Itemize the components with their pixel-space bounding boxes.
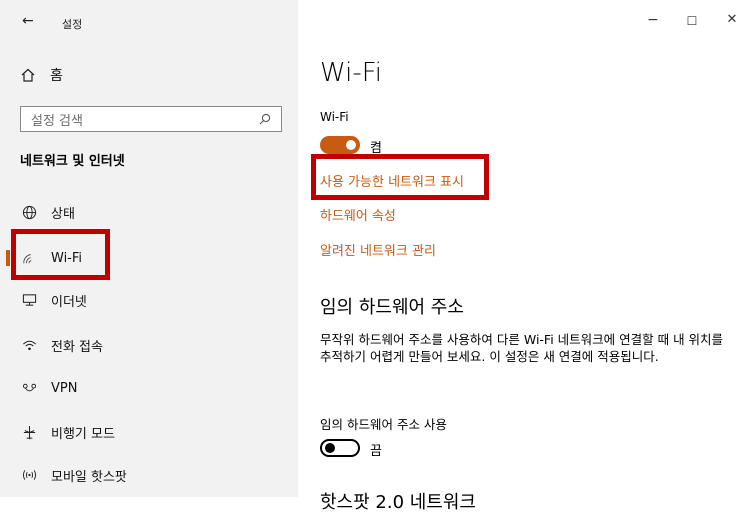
random-hw-toggle-state: 끔 bbox=[370, 444, 382, 459]
sidebar-item-label: VPN bbox=[51, 380, 78, 396]
sidebar-item-label: 전화 접속 bbox=[51, 339, 103, 355]
active-indicator bbox=[6, 250, 10, 266]
manage-known-networks-link[interactable]: 알려진 네트워크 관리 bbox=[320, 240, 436, 259]
sidebar-item-wifi[interactable]: Wi-Fi bbox=[0, 238, 298, 278]
maximize-button[interactable]: ☐ bbox=[682, 14, 702, 28]
page-title: Wi-Fi bbox=[320, 58, 383, 88]
show-available-networks-link[interactable]: 사용 가능한 네트워크 표시 bbox=[320, 171, 464, 190]
wifi-toggle-state: 켬 bbox=[370, 141, 382, 156]
sidebar-item-label: Wi-Fi bbox=[51, 250, 83, 266]
close-button[interactable]: ✕ bbox=[722, 12, 742, 27]
dialup-icon bbox=[21, 337, 37, 353]
home-label: 홈 bbox=[50, 68, 63, 84]
random-hw-toggle[interactable] bbox=[320, 439, 360, 457]
sidebar-item-ethernet[interactable]: 이더넷 bbox=[0, 280, 298, 320]
toggle-knob bbox=[346, 140, 356, 150]
home-nav-item[interactable]: 홈 bbox=[20, 65, 63, 85]
minimize-button[interactable]: − bbox=[643, 12, 663, 28]
back-button[interactable]: ← bbox=[22, 13, 34, 29]
hardware-properties-link[interactable]: 하드웨어 속성 bbox=[320, 205, 396, 224]
globe-icon bbox=[21, 204, 37, 220]
sidebar-item-label: 모바일 핫스팟 bbox=[51, 469, 127, 485]
sidebar-item-dialup[interactable]: 전화 접속 bbox=[0, 325, 298, 365]
wifi-toggle-label: Wi-Fi bbox=[320, 110, 349, 124]
sidebar-item-hotspot[interactable]: 모바일 핫스팟 bbox=[0, 455, 298, 495]
wifi-toggle[interactable] bbox=[320, 136, 360, 154]
hotspot2-heading: 핫스팟 2.0 네트워크 bbox=[320, 492, 476, 513]
window-title: 설정 bbox=[62, 18, 83, 31]
section-title: 네트워크 및 인터넷 bbox=[20, 154, 125, 169]
search-icon[interactable] bbox=[259, 113, 271, 125]
search-input[interactable]: 설정 검색 bbox=[20, 106, 282, 132]
toggle-knob bbox=[325, 443, 335, 453]
hotspot-icon bbox=[21, 467, 37, 483]
sidebar-item-airplane[interactable]: 비행기 모드 bbox=[0, 412, 298, 452]
sidebar: ← 설정 홈 설정 검색 네트워크 및 인터넷 상태 Wi-Fi 이더넷 전화 … bbox=[0, 0, 298, 497]
sidebar-item-status[interactable]: 상태 bbox=[0, 192, 298, 232]
airplane-icon bbox=[21, 424, 37, 440]
vpn-icon bbox=[21, 380, 37, 396]
random-hw-description: 무작위 하드웨어 주소를 사용하여 다른 Wi-Fi 네트워크에 연결할 때 내… bbox=[320, 332, 724, 364]
random-hw-heading: 임의 하드웨어 주소 bbox=[320, 297, 464, 318]
wifi-icon bbox=[21, 250, 37, 266]
random-hw-toggle-label: 임의 하드웨어 주소 사용 bbox=[320, 417, 447, 432]
sidebar-item-label: 이더넷 bbox=[51, 294, 87, 310]
sidebar-item-vpn[interactable]: VPN bbox=[0, 368, 298, 408]
sidebar-item-label: 비행기 모드 bbox=[51, 426, 115, 442]
sidebar-item-label: 상태 bbox=[51, 206, 75, 222]
ethernet-icon bbox=[21, 292, 37, 308]
home-icon bbox=[20, 67, 38, 83]
search-placeholder: 설정 검색 bbox=[31, 113, 83, 129]
